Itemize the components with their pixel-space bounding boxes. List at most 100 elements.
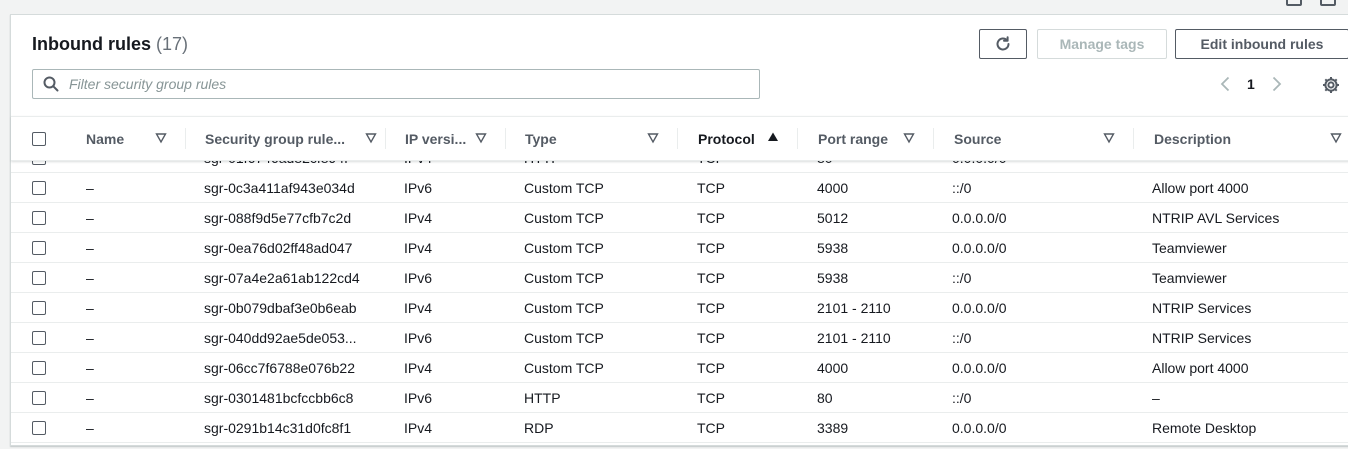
select-all-checkbox[interactable] [32, 131, 46, 146]
column-header-description[interactable]: Description [1134, 117, 1348, 160]
row-checkbox[interactable] [32, 300, 46, 315]
table-row[interactable]: – sgr-06cc7f6788e076b22 IPv4 Custom TCP TCP 4… [11, 353, 1348, 383]
cell-name: – [86, 239, 94, 256]
cell-name: – [86, 179, 94, 196]
cell-description: Allow port 4000 [1152, 359, 1249, 376]
cell-description: NTRIP Services [1152, 299, 1252, 316]
cell-name: – [86, 299, 94, 316]
column-label: Type [525, 130, 557, 147]
row-checkbox[interactable] [32, 240, 46, 255]
sort-caret-icon [647, 133, 659, 144]
cell-ip-version: IPv6 [404, 269, 433, 286]
cell-source: 0.0.0.0/0 [952, 239, 1007, 256]
cell-protocol: TCP [697, 239, 725, 256]
table-row[interactable]: – sgr-07a4e2a61ab122cd4 IPv6 Custom TCP TCP 5… [11, 263, 1348, 293]
cell-ip-version: IPv6 [404, 179, 433, 196]
table-row[interactable]: – sgr-040dd92ae5de053... IPv6 Custom TCP TCP… [11, 323, 1348, 353]
current-page[interactable]: 1 [1247, 76, 1255, 92]
column-header-protocol[interactable]: Protocol [678, 117, 798, 160]
select-all-cell [32, 117, 66, 160]
table-row[interactable]: – sgr-088f9d5e77cfb7c2d IPv4 Custom TCP TCP 5… [11, 203, 1348, 233]
cell-type: Custom TCP [524, 359, 604, 376]
page-title: Inbound rules (17) [32, 34, 188, 55]
cell-protocol: TCP [697, 329, 725, 346]
cell-source: ::/0 [952, 389, 972, 406]
column-label: Port range [818, 130, 889, 147]
cell-ip-version: IPv4 [404, 209, 433, 226]
edit-inbound-rules-button[interactable]: Edit inbound rules [1175, 29, 1348, 59]
refresh-button[interactable] [979, 29, 1027, 59]
table-row[interactable]: – sgr-0ea76d02ff48ad047 IPv4 Custom TCP TCP 5… [11, 233, 1348, 263]
cell-port-range: 80 [817, 389, 833, 406]
cell-description: Allow port 4000 [1152, 179, 1249, 196]
column-header-ip-version[interactable]: IP versi... [386, 117, 506, 160]
cell-port-range: 5012 [817, 209, 849, 226]
column-label: Name [86, 130, 125, 147]
gear-icon[interactable] [1321, 75, 1341, 95]
table-row[interactable]: – sgr-0b079dbaf3e0b6eab IPv4 Custom TCP TCP 2… [11, 293, 1348, 323]
cell-type: Custom TCP [524, 239, 604, 256]
cell-source: ::/0 [952, 329, 972, 346]
cell-protocol: TCP [697, 209, 725, 226]
window-icon[interactable] [1320, 0, 1336, 6]
cell-rule-id: sgr-0c3a411af943e034d [204, 179, 355, 196]
column-header-name[interactable]: Name [66, 117, 186, 160]
cell-description: Teamviewer [1152, 269, 1227, 286]
cell-protocol: TCP [697, 359, 725, 376]
cell-name: – [86, 329, 94, 346]
cell-rule-id: sgr-0301481bcfccbb6c8 [204, 389, 354, 406]
search-icon [43, 76, 59, 92]
row-checkbox[interactable] [32, 270, 46, 285]
search-input[interactable] [67, 75, 751, 93]
cell-type: Custom TCP [524, 209, 604, 226]
column-header-source[interactable]: Source [934, 117, 1134, 160]
column-header-rule-id[interactable]: Security group rule... [186, 117, 386, 160]
table-body: –sgr-01f6746ad82cf894fIPv4HTTPTCP800.0.0… [11, 159, 1348, 449]
row-select-cell [32, 293, 46, 322]
cell-rule-id: sgr-0ea76d02ff48ad047 [204, 239, 353, 256]
sort-caret-icon [1103, 133, 1115, 144]
column-header-type[interactable]: Type [506, 117, 678, 160]
sort-ascending-icon [768, 132, 778, 141]
column-label: IP versi... [405, 130, 467, 147]
pagination: 1 [1217, 75, 1285, 93]
column-header-port-range[interactable]: Port range [798, 117, 934, 160]
cell-description: Teamviewer [1152, 239, 1227, 256]
cell-protocol: TCP [697, 389, 725, 406]
row-checkbox[interactable] [32, 180, 46, 195]
top-right-icons [1286, 0, 1336, 6]
row-select-cell [32, 323, 46, 352]
search-box [32, 69, 760, 99]
row-checkbox[interactable] [32, 390, 46, 405]
manage-tags-button[interactable]: Manage tags [1037, 29, 1167, 59]
row-checkbox[interactable] [32, 210, 46, 225]
title-text: Inbound rules [32, 34, 151, 54]
chevron-left-icon[interactable] [1217, 75, 1235, 93]
cell-port-range: 5938 [817, 269, 849, 286]
table-row[interactable]: – sgr-0291b14c31d0fc8f1 IPv4 RDP TCP 3389 0.0.… [11, 413, 1348, 443]
cell-source: 0.0.0.0/0 [952, 209, 1007, 226]
cell-ip-version: IPv4 [404, 359, 433, 376]
table-row[interactable]: –sgr-01f6746ad82cf894fIPv4HTTPTCP800.0.0… [11, 159, 1348, 173]
table-row[interactable]: – sgr-0301481bcfccbb6c8 IPv6 HTTP TCP 80::/0 – [11, 383, 1348, 413]
row-checkbox[interactable] [32, 360, 46, 375]
cell-name: – [86, 389, 94, 406]
sort-caret-icon [155, 133, 167, 144]
cell-protocol: TCP [697, 179, 725, 196]
cell-port-range: 2101 - 2110 [817, 329, 891, 346]
cell-name: – [86, 269, 94, 286]
column-label: Description [1154, 130, 1232, 147]
table-row[interactable]: – sgr-0c3a411af943e034d IPv6 Custom TCP TCP 4… [11, 173, 1348, 203]
sort-caret-icon [365, 133, 377, 144]
cell-rule-id: sgr-088f9d5e77cfb7c2d [204, 209, 352, 226]
chevron-right-icon[interactable] [1267, 75, 1285, 93]
row-select-cell [32, 383, 46, 412]
sort-caret-icon [475, 133, 487, 144]
row-checkbox[interactable] [32, 330, 46, 345]
window-icon[interactable] [1286, 0, 1302, 6]
sort-caret-icon [903, 133, 915, 144]
cell-source: 0.0.0.0/0 [952, 299, 1007, 316]
row-select-cell [32, 173, 46, 202]
cell-ip-version: IPv6 [404, 329, 433, 346]
cell-type: Custom TCP [524, 299, 604, 316]
